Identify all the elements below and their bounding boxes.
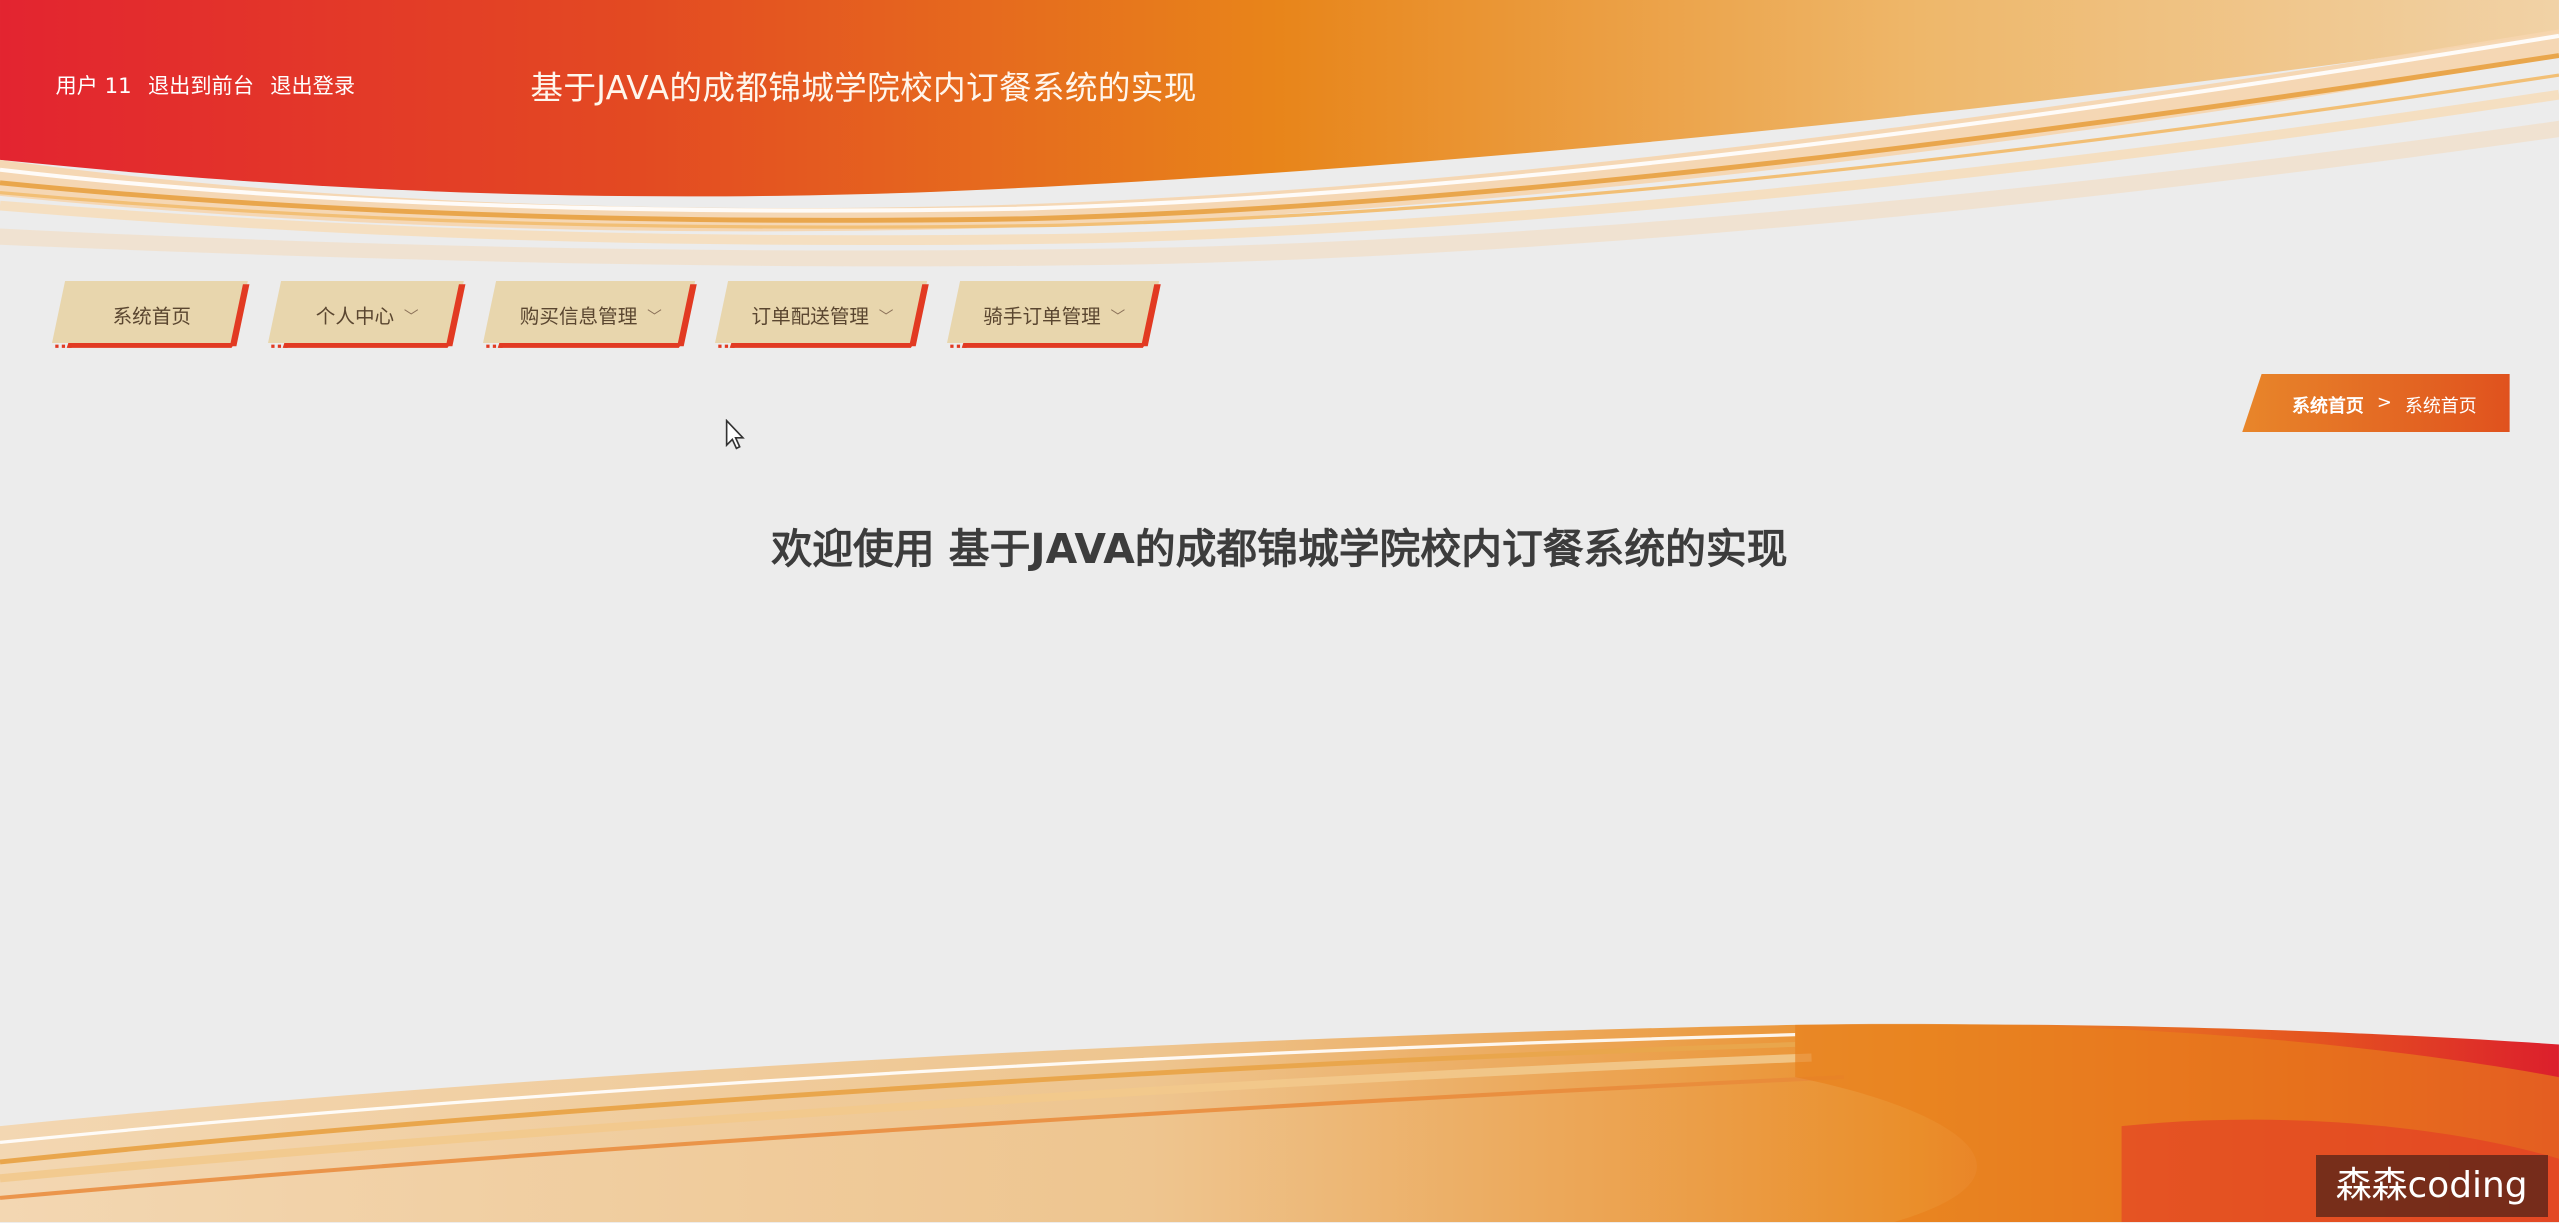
breadcrumb-current: 系统首页 <box>2404 395 2477 417</box>
nav-label-home: 系统首页 <box>112 305 191 329</box>
nav-item-personal-center[interactable]: 个人中心 ﹀ <box>267 280 467 348</box>
welcome-heading: 欢迎使用 基于JAVA的成都锦城学院校内订餐系统的实现 <box>771 524 1788 573</box>
watermark: 森森coding <box>2315 1155 2548 1218</box>
logout-link[interactable]: 退出登录 <box>270 69 355 100</box>
chevron-down-icon: ﹀ <box>403 308 419 326</box>
chevron-down-icon: ﹀ <box>878 308 894 326</box>
nav-label-personal-center: 个人中心 ﹀ <box>315 305 419 329</box>
nav-item-order-delivery[interactable]: 订单配送管理 ﹀ <box>714 280 930 348</box>
nav-label-order-delivery: 订单配送管理 ﹀ <box>751 305 894 329</box>
nav-label-rider-orders: 骑手订单管理 ﹀ <box>983 305 1126 329</box>
mouse-cursor-icon <box>725 419 745 450</box>
background-waves <box>0 0 2559 1223</box>
exit-to-frontend-link[interactable]: 退出到前台 <box>148 69 254 100</box>
breadcrumb-separator: > <box>2376 391 2392 413</box>
user-bar: 用户 11 退出到前台 退出登录 <box>55 69 355 100</box>
nav-item-rider-orders[interactable]: 骑手订单管理 ﹀ <box>946 280 1162 348</box>
nav-label-purchase-info: 购买信息管理 ﹀ <box>519 305 662 329</box>
page: 用户 11 退出到前台 退出登录 基于JAVA的成都锦城学院校内订餐系统的实现 … <box>0 0 2559 1223</box>
app-title: 基于JAVA的成都锦城学院校内订餐系统的实现 <box>530 69 1197 108</box>
breadcrumb-home-link[interactable]: 系统首页 <box>2292 392 2364 418</box>
chevron-down-icon: ﹀ <box>647 308 662 326</box>
nav-item-purchase-info[interactable]: 购买信息管理 ﹀ <box>483 280 698 348</box>
breadcrumb: 系统首页 > 系统首页 <box>2242 373 2510 433</box>
chevron-down-icon: ﹀ <box>1110 308 1126 326</box>
breadcrumb-text: 系统首页 > 系统首页 <box>2242 392 2510 418</box>
user-label: 用户 11 <box>55 73 132 99</box>
nav-item-home[interactable]: 系统首页 <box>52 280 251 348</box>
